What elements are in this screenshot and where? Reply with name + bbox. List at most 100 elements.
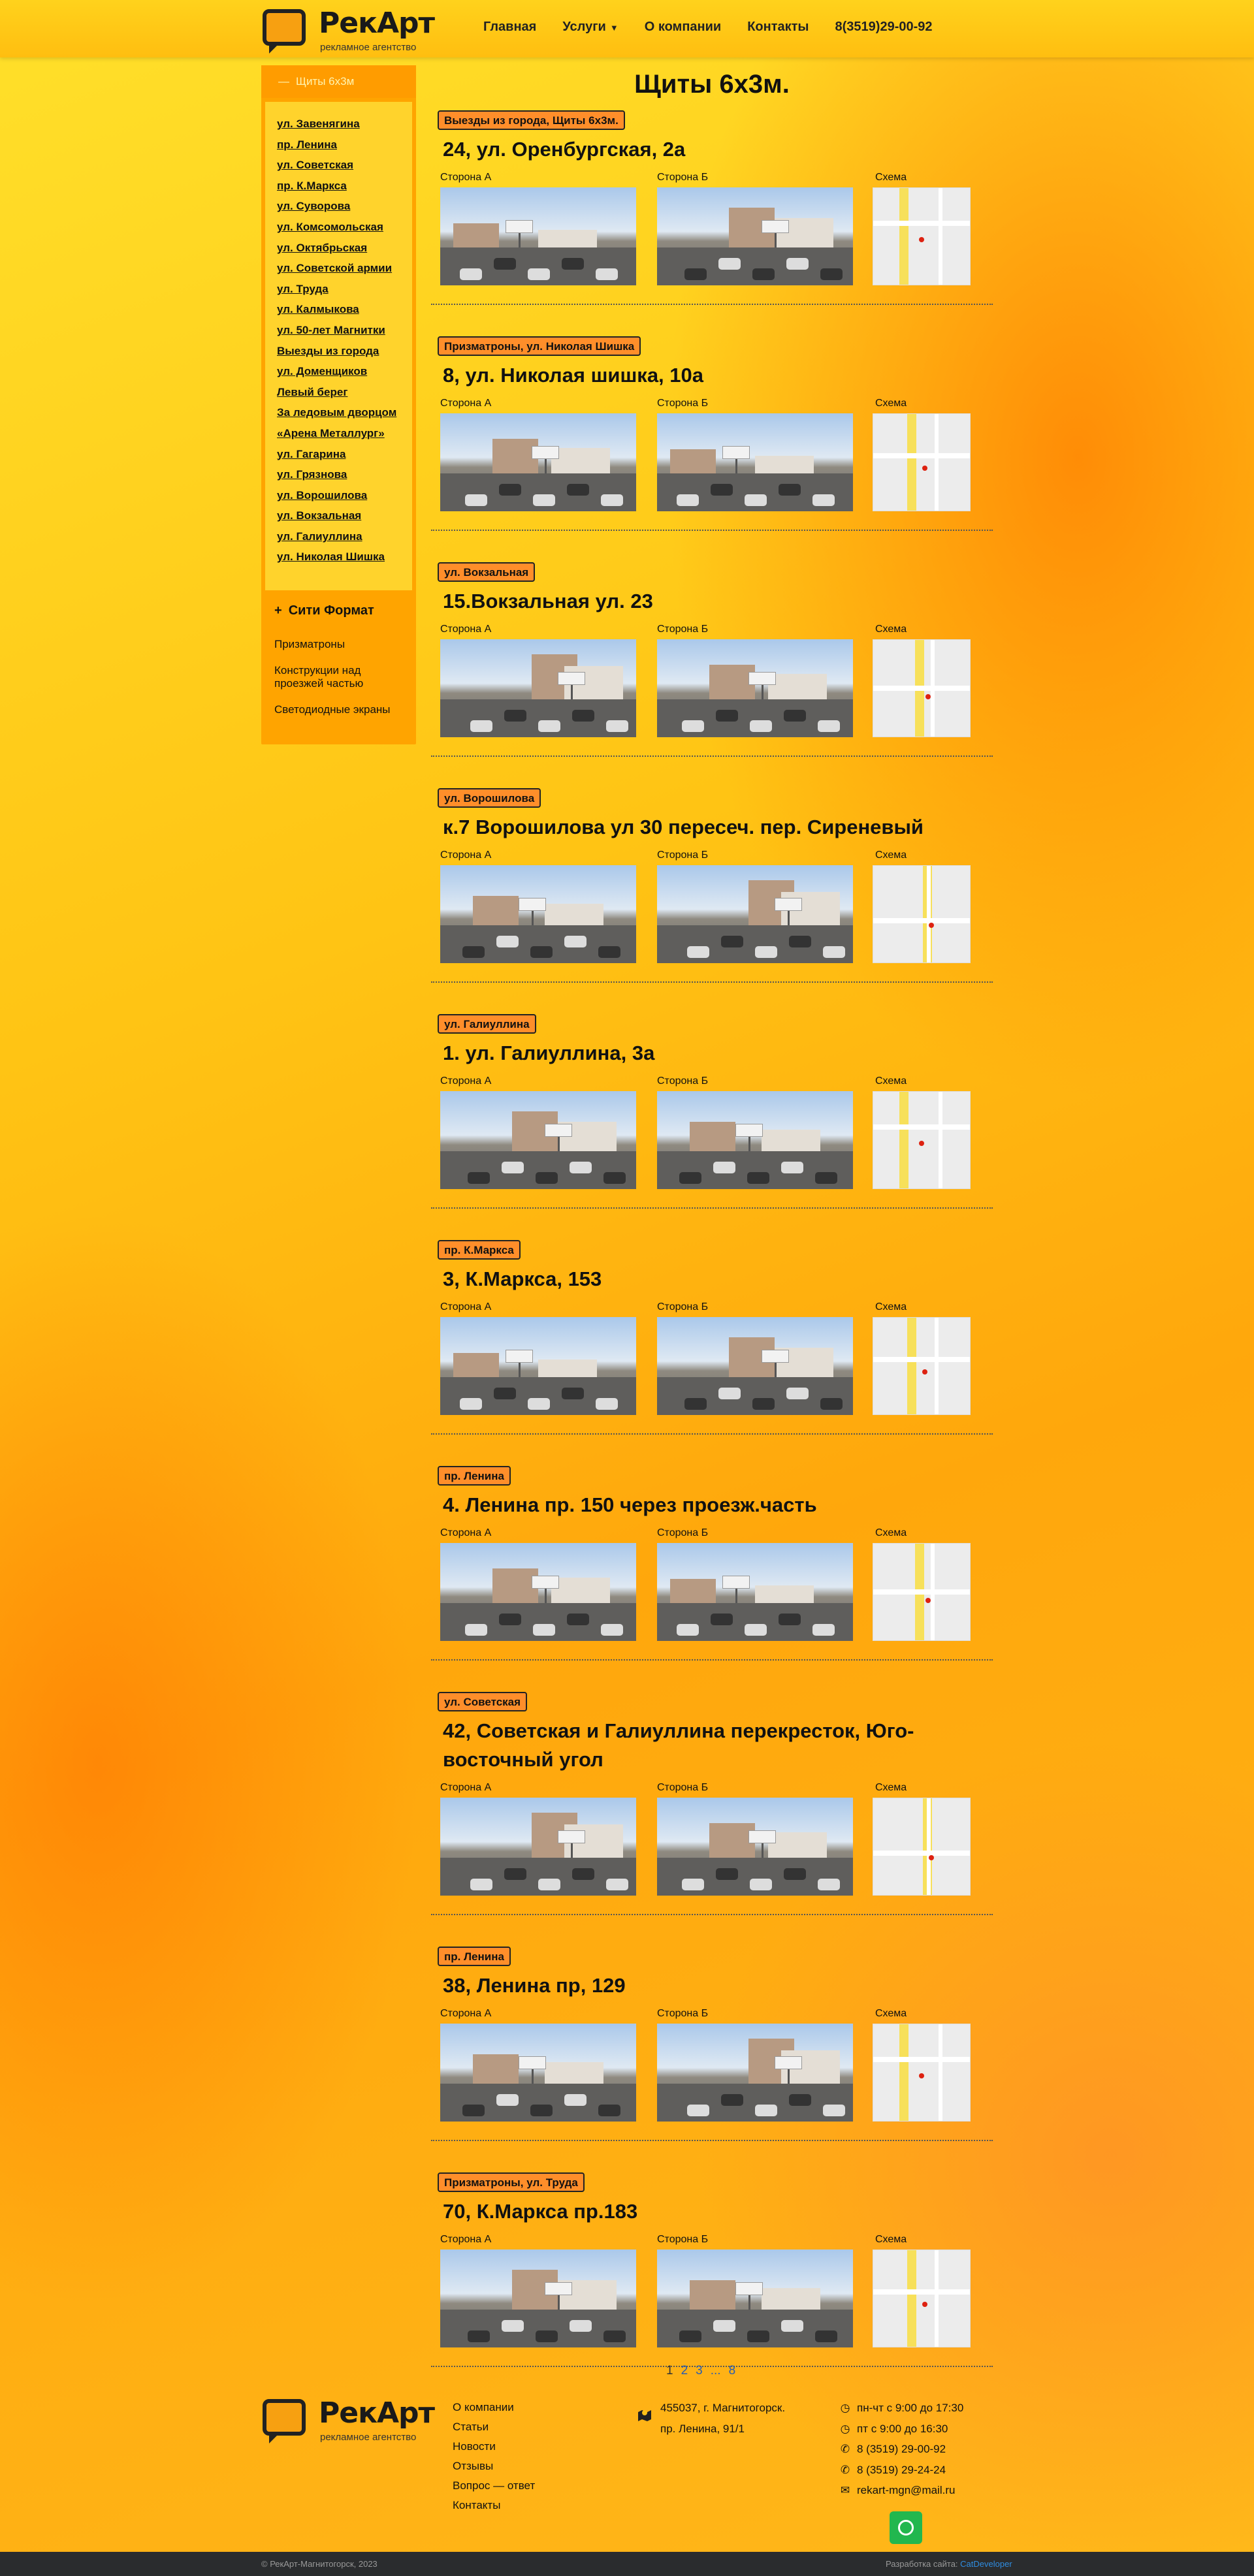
billboard-photo[interactable] [440,2250,636,2347]
nav-home[interactable]: Главная [483,20,536,35]
billboard-title[interactable]: 42, Советская и Галиуллина перекресток, … [443,1717,985,1774]
category-badge[interactable]: пр. К.Маркса [438,1240,521,1260]
billboard-title[interactable]: 38, Ленина пр, 129 [443,1971,985,2000]
sidebar-item[interactable]: «Арена Металлург» [277,423,412,444]
billboard-title[interactable]: 15.Вокзальная ул. 23 [443,587,985,616]
footer-nav-item[interactable]: Статьи [453,2417,535,2437]
scheme-map[interactable] [873,1317,971,1415]
sidebar-item[interactable]: ул. 50-лет Магнитки [277,320,412,341]
scheme-map[interactable] [873,2250,971,2347]
sidebar-item[interactable]: пр. К.Маркса [277,176,412,197]
category-badge[interactable]: пр. Ленина [438,1466,511,1486]
scheme-map[interactable] [873,1543,971,1641]
page-link[interactable]: 3 [696,2364,703,2378]
billboard-photo[interactable] [657,2024,853,2122]
sidebar-item[interactable]: Выезды из города [277,341,412,362]
sidebar-item[interactable]: ул. Суворова [277,196,412,217]
category-badge[interactable]: ул. Вокзальная [438,562,536,582]
sidebar-item[interactable]: ул. Советская [277,155,412,176]
scheme-map[interactable] [873,865,971,963]
nav-services[interactable]: Услуги ▼ [562,20,618,35]
billboard-title[interactable]: к.7 Ворошилова ул 30 пересеч. пер. Сирен… [443,813,985,842]
billboard-photo[interactable] [657,865,853,963]
billboard-photo[interactable] [440,639,636,737]
sidebar-item[interactable]: ул. Галиуллина [277,526,412,547]
sidebar-item[interactable]: ул. Ворошилова [277,485,412,506]
billboard-title[interactable]: 8, ул. Николая шишка, 10а [443,361,985,390]
sidebar-item[interactable]: Левый берег [277,382,412,403]
billboard-photo[interactable] [440,865,636,963]
nav-phone[interactable]: 8(3519)29-00-92 [835,20,933,35]
sidebar-sub-item[interactable]: Конструкции над проезжей частью [274,664,392,690]
sidebar-head[interactable]: — Щиты 6х3м [261,65,416,98]
page-link[interactable]: 8 [729,2364,736,2378]
email-row[interactable]: ✉ rekart-mgn@mail.ru [839,2480,963,2501]
billboard-photo[interactable] [657,1543,853,1641]
billboard-photo[interactable] [440,1798,636,1896]
sidebar-item[interactable]: ул. Николая Шишка [277,547,412,567]
sidebar-item[interactable]: ул. Гагарина [277,444,412,465]
sidebar-sub-item[interactable]: Светодиодные экраны [274,703,392,716]
footer-logo[interactable]: РекАрт рекламное агентство [261,2395,435,2443]
sidebar-item[interactable]: ул. Калмыкова [277,299,412,320]
scheme-map[interactable] [873,639,971,737]
page-link[interactable]: 2 [681,2364,688,2378]
category-badge[interactable]: Призматроны, ул. Труда [438,2172,585,2192]
sidebar-item[interactable]: ул. Труда [277,279,412,300]
sidebar-item[interactable]: ул. Октябрьская [277,238,412,259]
billboard-photo[interactable] [440,1091,636,1189]
category-badge[interactable]: Выезды из города, Щиты 6х3м. [438,110,625,130]
sidebar-item[interactable]: пр. Ленина [277,135,412,155]
billboard-photo[interactable] [440,2024,636,2122]
billboard-photo[interactable] [440,1317,636,1415]
scheme-map[interactable] [873,1798,971,1896]
developer-link[interactable]: CatDeveloper [960,2559,1012,2569]
billboard-title[interactable]: 70, К.Маркса пр.183 [443,2197,985,2226]
billboard-photo[interactable] [657,1317,853,1415]
billboard-photo[interactable] [657,1798,853,1896]
billboard-title[interactable]: 1. ул. Галиуллина, 3а [443,1039,985,1068]
whatsapp-button[interactable] [890,2511,922,2544]
phone-row[interactable]: ✆ 8 (3519) 29-24-24 [839,2460,963,2481]
page-link-current[interactable]: 1 [666,2364,673,2378]
sidebar-item[interactable]: ул. Комсомольская [277,217,412,238]
footer-nav-item[interactable]: О компании [453,2398,535,2417]
logo[interactable]: РекАрт рекламное агентство [261,5,435,54]
billboard-photo[interactable] [657,413,853,511]
category-badge[interactable]: Призматроны, ул. Николая Шишка [438,336,641,356]
scheme-map[interactable] [873,1091,971,1189]
footer-nav-item[interactable]: Контакты [453,2496,535,2515]
logo-text: РекАрт [319,7,435,40]
billboard-title[interactable]: 3, К.Маркса, 153 [443,1265,985,1294]
scheme-map[interactable] [873,413,971,511]
scheme-map[interactable] [873,187,971,285]
category-badge[interactable]: ул. Советская [438,1692,528,1711]
sidebar-item[interactable]: ул. Вокзальная [277,505,412,526]
sidebar-sub-item[interactable]: Призматроны [274,638,392,651]
sidebar-item[interactable]: ул. Доменщиков [277,361,412,382]
sidebar-section-city-format[interactable]: + Сити Формат [274,603,416,618]
sidebar-item[interactable]: ул. Советской армии [277,258,412,279]
billboard-title[interactable]: 4. Ленина пр. 150 через проезж.часть [443,1491,985,1519]
billboard-photo[interactable] [440,413,636,511]
sidebar-item[interactable]: ул. Завенягина [277,114,412,135]
category-badge[interactable]: пр. Ленина [438,1947,511,1966]
sidebar-item[interactable]: За ледовым дворцом [277,402,412,423]
billboard-photo[interactable] [440,1543,636,1641]
billboard-title[interactable]: 24, ул. Оренбургская, 2а [443,135,985,164]
billboard-photo[interactable] [657,639,853,737]
billboard-photo[interactable] [657,1091,853,1189]
billboard-photo[interactable] [440,187,636,285]
scheme-map[interactable] [873,2024,971,2122]
footer-nav-item[interactable]: Вопрос — ответ [453,2476,535,2496]
category-badge[interactable]: ул. Галиуллина [438,1014,536,1034]
category-badge[interactable]: ул. Ворошилова [438,788,541,808]
phone-row[interactable]: ✆ 8 (3519) 29-00-92 [839,2439,963,2460]
sidebar-item[interactable]: ул. Грязнова [277,464,412,485]
nav-about[interactable]: О компании [645,20,721,35]
nav-contacts[interactable]: Контакты [747,20,809,35]
footer-nav-item[interactable]: Отзывы [453,2457,535,2476]
billboard-photo[interactable] [657,2250,853,2347]
billboard-photo[interactable] [657,187,853,285]
footer-nav-item[interactable]: Новости [453,2437,535,2457]
